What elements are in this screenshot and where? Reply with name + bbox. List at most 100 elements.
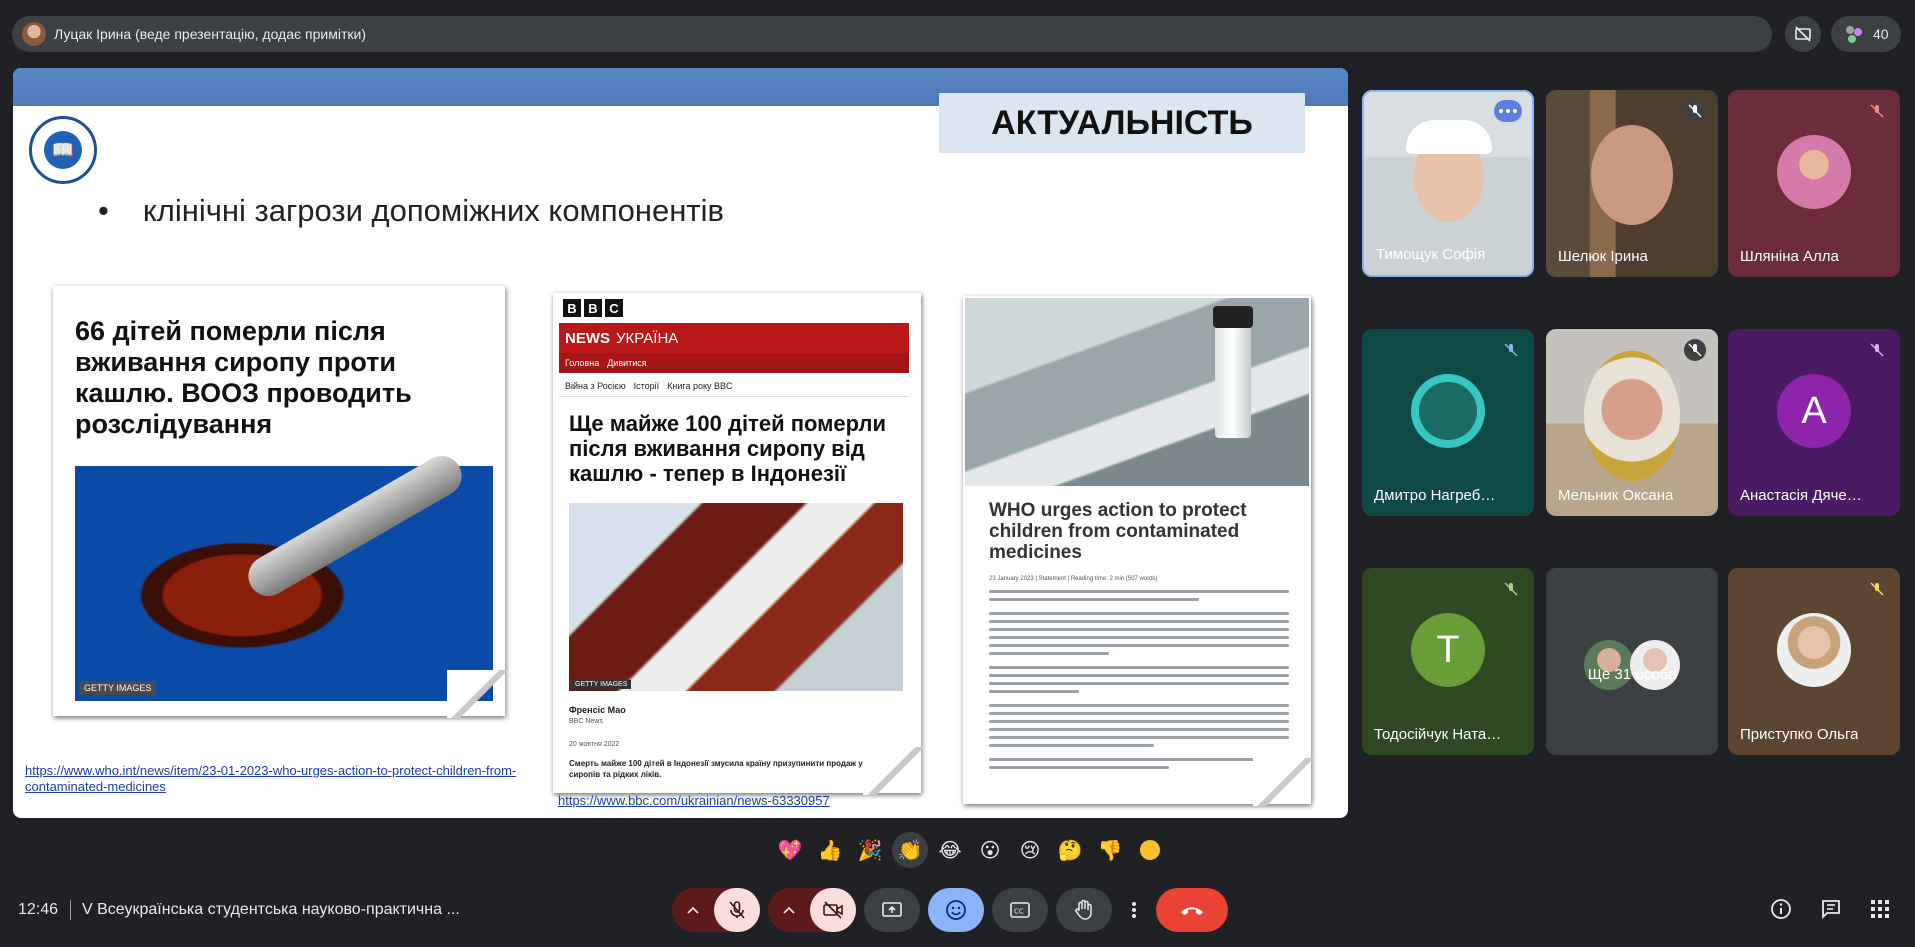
present-screen-button[interactable]	[864, 888, 920, 932]
participant-name: Шляніна Алла	[1740, 248, 1839, 265]
meeting-title: V Всеукраїнська студентська науково-прак…	[82, 901, 460, 918]
card1-credit: GETTY IMAGES	[79, 681, 157, 695]
participant-name: Дмитро Нагреб…	[1374, 487, 1496, 504]
participant-name: Тодосійчук Ната…	[1374, 726, 1502, 743]
reaction-sad[interactable]: 😢	[1012, 832, 1048, 868]
more-vert-icon	[1132, 902, 1136, 918]
mic-off-icon	[1500, 578, 1522, 600]
reaction-surprised[interactable]: 😮	[972, 832, 1008, 868]
news-card-1: 66 дітей померли після вживання сиропу п…	[53, 286, 507, 718]
call-controls: CC	[672, 888, 1228, 932]
participant-avatar: T	[1411, 613, 1485, 688]
page-curl	[447, 670, 507, 718]
participant-name: Шелюк Ірина	[1558, 248, 1648, 265]
reaction-party[interactable]: 🎉	[852, 832, 888, 868]
participant-tile[interactable]: Тимощук Софія	[1362, 90, 1534, 277]
camera-options-chevron-icon[interactable]	[768, 888, 810, 932]
no-video-icon[interactable]	[1785, 16, 1821, 52]
presentation-slide: АКТУАЛЬНІСТЬ 📖 • клінічні загрози допомі…	[13, 68, 1348, 818]
mic-off-icon	[1866, 339, 1888, 361]
chat-icon[interactable]	[1820, 898, 1842, 920]
card2-headline: Ще майже 100 дітей померли після вживанн…	[569, 411, 887, 486]
news-card-2: B B C NEWS УКРАЇНА Головна Дивитися Війн…	[553, 293, 923, 795]
syrup-spoon-photo: GETTY IMAGES	[75, 448, 493, 701]
bbc-nav: Головна Дивитися	[559, 353, 909, 373]
participant-avatar	[1411, 374, 1485, 449]
hand-icon	[1075, 899, 1092, 920]
activities-grid-icon[interactable]	[1870, 899, 1890, 919]
mic-off-icon	[1684, 339, 1706, 361]
reactions-bar: 💖 👍 🎉 👏 😂 😮 😢 🤔 👎	[772, 830, 1168, 870]
mic-off-icon	[1866, 100, 1888, 122]
bullet-mark: •	[98, 193, 109, 228]
syrup-bottles-photo: GETTY IMAGES	[569, 503, 903, 691]
participants-button[interactable]: 40	[1831, 16, 1901, 52]
people-icon	[1846, 26, 1862, 43]
vial-shape	[1215, 318, 1251, 438]
card3-meta: 23 January 2023 | Statement | Reading ti…	[989, 576, 1158, 582]
card3-headline: WHO urges action to protect children fro…	[989, 500, 1247, 563]
bbc-news-bar: NEWS УКРАЇНА	[559, 323, 909, 353]
mic-off-icon	[1500, 339, 1522, 361]
participant-tile[interactable]: A Анастасія Дяче…	[1728, 329, 1900, 516]
card2-org: BBC News	[569, 718, 603, 725]
reaction-clap[interactable]: 👏	[892, 832, 928, 868]
card2-credit: GETTY IMAGES	[571, 680, 632, 689]
reaction-thumbs-up[interactable]: 👍	[812, 832, 848, 868]
participant-name: Приступко Ольга	[1740, 726, 1859, 743]
leave-call-button[interactable]	[1156, 888, 1228, 932]
participant-video	[1584, 351, 1680, 481]
top-right-controls: 40	[1785, 16, 1901, 52]
participant-name: Мельник Оксана	[1558, 487, 1674, 504]
bbc-link[interactable]: https://www.bbc.com/ukrainian/news-63330…	[558, 793, 918, 809]
participant-tile[interactable]: Мельник Оксана	[1546, 329, 1718, 516]
reaction-thumbs-down[interactable]: 👎	[1092, 832, 1128, 868]
participant-tile[interactable]: T Тодосійчук Ната…	[1362, 568, 1534, 755]
captions-button[interactable]: CC	[992, 888, 1048, 932]
card2-author: Френсіс Мао	[569, 705, 626, 715]
mic-off-icon	[1684, 100, 1706, 122]
card2-lede: Смерть майже 100 дітей в Індонезії змуси…	[569, 759, 874, 779]
mic-options-chevron-icon[interactable]	[672, 888, 714, 932]
card2-date: 20 жовтня 2022	[569, 741, 620, 748]
hang-up-icon	[1181, 907, 1203, 915]
reaction-laugh[interactable]: 😂	[932, 832, 968, 868]
more-options-button[interactable]	[1120, 888, 1148, 932]
participant-name: Тимощук Софія	[1376, 246, 1486, 263]
participant-avatar: A	[1777, 374, 1851, 449]
reaction-thinking[interactable]: 🤔	[1052, 832, 1088, 868]
card1-headline: 66 дітей померли після вживання сиропу п…	[75, 316, 412, 439]
page-curl	[1253, 758, 1313, 806]
bullet-text: клінічні загрози допоміжних компонентів	[142, 193, 724, 228]
present-icon	[882, 902, 902, 917]
participant-tile[interactable]: Шелюк Ірина	[1546, 90, 1718, 277]
who-link[interactable]: https://www.who.int/news/item/23-01-2023…	[25, 763, 545, 795]
slide-bullet: • клінічні загрози допоміжних компоненті…	[98, 193, 724, 229]
participant-name: Анастасія Дяче…	[1740, 487, 1862, 504]
participant-tile[interactable]: Приступко Ольга	[1728, 568, 1900, 755]
mic-off-icon	[1866, 578, 1888, 600]
info-icon[interactable]	[1770, 898, 1792, 920]
skin-tone-icon[interactable]	[1132, 832, 1168, 868]
emoji-icon	[946, 900, 966, 920]
clock: 12:46	[18, 901, 59, 918]
more-participants-label: Ще 31 особа	[1587, 666, 1677, 683]
reactions-button[interactable]	[928, 888, 984, 932]
presenter-bar[interactable]: Луцак Ірина (веде презентацію, додає при…	[12, 16, 1772, 52]
slide-title: АКТУАЛЬНІСТЬ	[939, 93, 1305, 153]
more-options-icon[interactable]	[1494, 100, 1522, 122]
raise-hand-button[interactable]	[1056, 888, 1112, 932]
page-curl	[863, 747, 923, 795]
bbc-subnav: Війна з Росією Історії Книга року BBC	[559, 375, 909, 397]
participant-tile[interactable]: Дмитро Нагреб…	[1362, 329, 1534, 516]
mic-off-button[interactable]	[714, 888, 760, 932]
participant-tile[interactable]: Шляніна Алла	[1728, 90, 1900, 277]
camera-off-button[interactable]	[810, 888, 856, 932]
reaction-heart[interactable]: 💖	[772, 832, 808, 868]
more-participants-tile[interactable]: Ще 31 особа	[1546, 568, 1718, 755]
news-card-3: WHO urges action to protect children fro…	[963, 296, 1313, 806]
mic-off-icon	[729, 901, 745, 919]
svg-text:CC: CC	[1014, 908, 1024, 916]
divider	[70, 900, 71, 920]
camera-control	[768, 888, 856, 932]
